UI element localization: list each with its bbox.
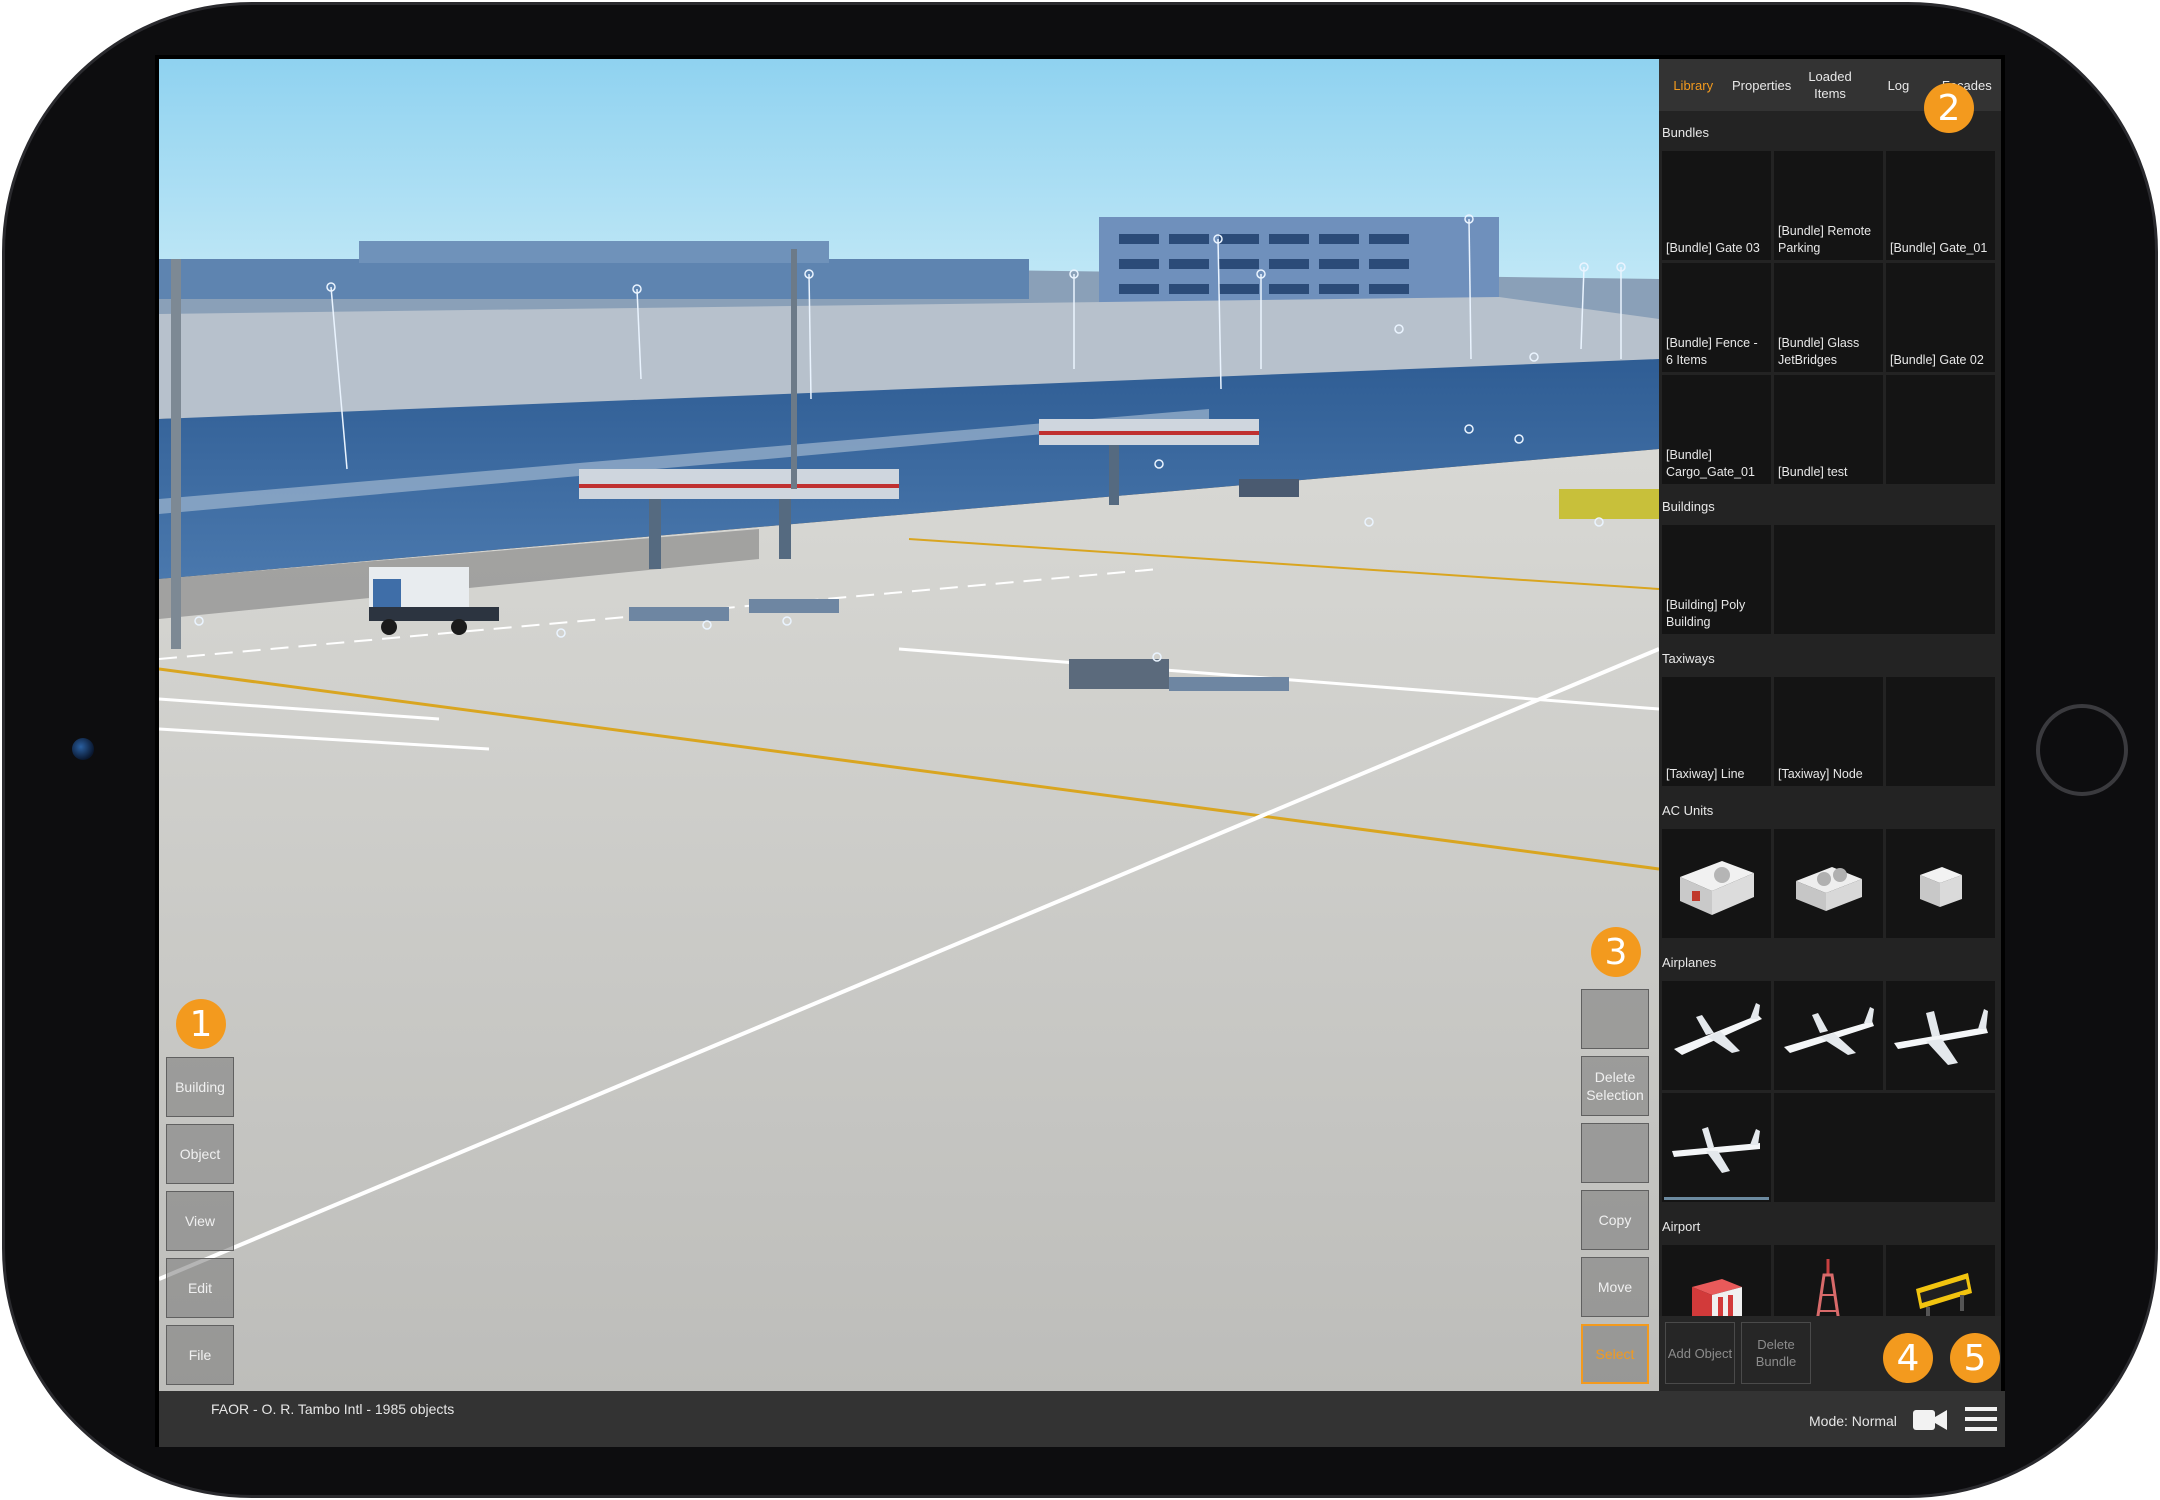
empty-tool-button-2[interactable]	[1581, 1123, 1649, 1183]
far-terminal-upper	[359, 241, 829, 263]
library-tile-building[interactable]: [Building] Poly Building	[1662, 525, 1771, 634]
tab-loaded-items[interactable]: Loaded Items	[1796, 59, 1864, 111]
building-button[interactable]: Building	[166, 1057, 234, 1117]
mode-indicator: Mode: Normal	[1809, 1413, 1897, 1429]
right-toolbar: Delete Selection Copy Move Select	[1581, 989, 1649, 1391]
airplane-regional-icon[interactable]	[1662, 981, 1771, 1090]
tile-label: [Bundle] Glass JetBridges	[1778, 336, 1860, 367]
file-button[interactable]: File	[166, 1325, 234, 1385]
section-title-airport: Airport	[1662, 1219, 1701, 1234]
tile-label: [Taxiway] Line	[1666, 767, 1745, 781]
delete-bundle-button[interactable]: Delete Bundle	[1741, 1322, 1811, 1384]
tab-properties[interactable]: Properties	[1727, 59, 1795, 111]
library-tile-bundle[interactable]: [Bundle] test	[1774, 375, 1883, 484]
delete-selection-button[interactable]: Delete Selection	[1581, 1056, 1649, 1116]
callout-badge-2: 2	[1924, 83, 1974, 133]
object-button[interactable]: Object	[166, 1124, 234, 1184]
section-title-bundles: Bundles	[1662, 125, 1709, 140]
front-camera	[72, 738, 94, 760]
far-terminal	[159, 259, 1029, 299]
edit-button[interactable]: Edit	[166, 1258, 234, 1318]
tile-label: [Bundle] Gate 03	[1666, 241, 1760, 255]
library-tile-empty	[1774, 525, 1995, 634]
ac-unit-large-icon[interactable]	[1662, 829, 1771, 938]
tile-label: [Taxiway] Node	[1778, 767, 1863, 781]
tablet-device: Building Object View Edit File Delete Se…	[0, 0, 2160, 1500]
callout-badge-3: 3	[1591, 927, 1641, 977]
hamburger-menu-icon[interactable]	[1965, 1405, 1997, 1433]
library-tile-bundle[interactable]: [Bundle] Fence - 6 Items	[1662, 263, 1771, 372]
ac-unit-medium-icon[interactable]	[1774, 829, 1883, 938]
status-bar: FAOR - O. R. Tambo Intl - 1985 objects M…	[159, 1391, 2005, 1447]
section-title-taxiways: Taxiways	[1662, 651, 1715, 666]
library-panel: Library Properties Loaded Items Log Faca…	[1659, 59, 2001, 1391]
tile-label: [Bundle] Cargo_Gate_01	[1666, 448, 1755, 479]
tile-label: [Bundle] Gate 02	[1890, 353, 1984, 367]
airport-scene	[159, 59, 1659, 1391]
section-title-airplanes: Airplanes	[1662, 955, 1717, 970]
copy-button[interactable]: Copy	[1581, 1190, 1649, 1250]
home-button[interactable]	[2036, 704, 2128, 796]
library-tile-empty	[1774, 1093, 1995, 1202]
move-button[interactable]: Move	[1581, 1257, 1649, 1317]
library-tile-taxiway[interactable]: [Taxiway] Node	[1774, 677, 1883, 786]
tile-label: [Bundle] Gate_01	[1890, 241, 1988, 255]
airplane-narrowbody-icon[interactable]	[1774, 981, 1883, 1090]
library-tile-bundle[interactable]: [Bundle] Gate_01	[1886, 151, 1995, 260]
section-title-ac-units: AC Units	[1662, 803, 1714, 818]
tile-label: [Building] Poly Building	[1666, 598, 1746, 629]
library-tile-empty	[1886, 677, 1995, 786]
video-camera-icon[interactable]	[1913, 1409, 1947, 1431]
tab-loaded-items-label: Loaded Items	[1808, 69, 1852, 101]
airplane-widebody-icon[interactable]	[1886, 981, 1995, 1090]
library-tile-bundle[interactable]: [Bundle] Gate 03	[1662, 151, 1771, 260]
tile-label: [Bundle] test	[1778, 465, 1848, 479]
library-tile-taxiway[interactable]: [Taxiway] Line	[1662, 677, 1771, 786]
callout-badge-4: 4	[1883, 1333, 1933, 1383]
ac-unit-small-icon[interactable]	[1886, 829, 1995, 938]
tile-label: [Bundle] Remote Parking	[1778, 224, 1872, 255]
select-button[interactable]: Select	[1581, 1324, 1649, 1384]
tab-library[interactable]: Library	[1659, 59, 1727, 111]
empty-tool-button-1[interactable]	[1581, 989, 1649, 1049]
library-tile-bundle[interactable]: [Bundle] Remote Parking	[1774, 151, 1883, 260]
scene-viewport[interactable]: Building Object View Edit File Delete Se…	[159, 59, 1659, 1391]
library-tile-bundle[interactable]: [Bundle] Glass JetBridges	[1774, 263, 1883, 372]
library-tile-bundle[interactable]: [Bundle] Cargo_Gate_01	[1662, 375, 1771, 484]
section-title-buildings: Buildings	[1662, 499, 1715, 514]
view-button[interactable]: View	[166, 1191, 234, 1251]
left-toolbar: Building Object View Edit File	[166, 1057, 234, 1391]
app-screen: Building Object View Edit File Delete Se…	[155, 55, 2005, 1447]
airport-info-text: FAOR - O. R. Tambo Intl - 1985 objects	[211, 1401, 455, 1417]
library-tile-empty	[1886, 375, 1995, 484]
library-tile-bundle[interactable]: [Bundle] Gate 02	[1886, 263, 1995, 372]
tile-label: [Bundle] Fence - 6 Items	[1666, 336, 1758, 367]
airplane-trijet-icon[interactable]	[1662, 1093, 1771, 1202]
add-object-button[interactable]: Add Object	[1665, 1322, 1735, 1384]
tab-log[interactable]: Log	[1864, 59, 1932, 111]
callout-badge-1: 1	[176, 999, 226, 1049]
callout-badge-5: 5	[1950, 1333, 2000, 1383]
